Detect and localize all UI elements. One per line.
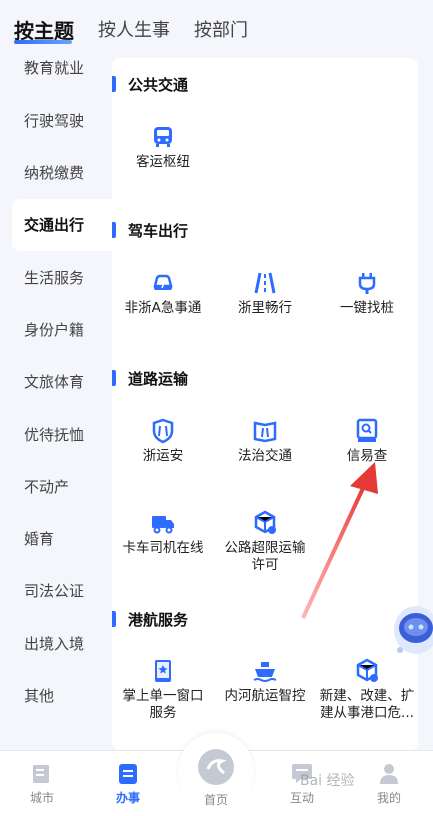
nav-label: 互动 [289,791,314,805]
sidebar-item-driving[interactable]: 行驶驾驶 [0,95,112,147]
sidebar-item-judicial[interactable]: 司法公证 [0,565,112,617]
bus-icon [154,127,172,147]
section-title-public-transport: 公共交通 [128,76,189,94]
nav-home[interactable]: 首页 [186,749,246,808]
service-urgent-non-zhea[interactable]: 非浙A急事通 [112,270,214,317]
shield-road-icon [152,418,174,444]
service-label: 非浙A急事通 [124,300,202,316]
phone-window-icon [155,660,171,682]
service-over-limit-permit[interactable]: 公路超限运输 许可 [214,510,316,574]
service-label: 浙里畅行 [238,300,292,316]
city-icon [33,765,49,783]
sidebar-item-real-estate[interactable]: 不动产 [0,461,112,513]
sidebar-item-life-services[interactable]: 生活服务 [0,252,112,304]
category-sidebar: 教育就业 行驶驾驶 纳税缴费 交通出行 生活服务 身份户籍 文旅体育 优待抚恤 … [0,50,112,750]
service-inland-shipping[interactable]: 内河航运智控 [214,658,316,705]
service-label: 新建、改建、扩 [319,688,415,704]
nav-services[interactable]: 办事 [98,761,158,806]
sidebar-item-identity[interactable]: 身份户籍 [0,304,112,356]
assistant-robot-icon[interactable] [386,598,433,660]
nav-city[interactable]: 城市 [12,761,72,806]
nav-label: 我的 [376,791,401,805]
clipboard-icon [119,764,137,784]
car-alert-icon [153,274,173,290]
profile-icon [380,764,398,784]
sidebar-item-preferential[interactable]: 优待抚恤 [0,409,112,461]
section-marker [112,611,116,627]
service-truck-driver-online[interactable]: 卡车司机在线 [112,510,214,557]
section-marker [112,222,116,238]
road-icon [254,272,276,294]
service-label-line2: 建从事港口危... [320,705,414,721]
nav-label: 城市 [29,791,54,805]
service-label: 法治交通 [238,448,292,464]
section-marker [112,76,116,92]
service-single-window[interactable]: 掌上单一窗口 服务 [112,658,214,722]
service-label: 内河航运智控 [224,688,306,704]
service-xinyicha[interactable]: 信易查 [316,418,418,465]
sidebar-item-transport[interactable]: 交通出行 [12,199,112,251]
service-panel: 公共交通 客运枢纽 驾车出行 非浙A急事通 浙里畅行 一键找桩 道路运输 浙运安… [112,58,418,750]
port-box-icon [356,658,378,682]
sidebar-item-education[interactable]: 教育就业 [0,42,112,94]
service-label: 信易查 [346,448,388,464]
sidebar-item-other[interactable]: 其他 [0,670,112,722]
service-passenger-hub[interactable]: 客运枢纽 [112,124,214,171]
box-icon [254,510,276,534]
service-label: 卡车司机在线 [122,540,204,556]
nav-label: 办事 [115,791,140,805]
section-title-port-shipping: 港航服务 [128,611,189,629]
book-road-icon [253,421,277,443]
nav-label: 首页 [203,793,228,807]
section-marker [112,370,116,386]
service-zheli-changxing[interactable]: 浙里畅行 [214,270,316,317]
service-label: 一键找桩 [340,300,394,316]
service-legal-transport[interactable]: 法治交通 [214,418,316,465]
nav-me[interactable]: 我的 [359,761,419,806]
service-label: 浙运安 [142,448,184,464]
tab-by-department[interactable]: 按部门 [194,16,248,42]
service-label-line2: 服务 [149,705,177,721]
watermark: Bai 经验 [300,773,355,789]
service-port-hazard-construction[interactable]: 新建、改建、扩 建从事港口危... [316,658,418,722]
service-label: 掌上单一窗口 [122,688,204,704]
service-zheyunan[interactable]: 浙运安 [112,418,214,465]
sidebar-item-culture-sports[interactable]: 文旅体育 [0,356,112,408]
charger-icon [358,273,376,294]
sidebar-item-marriage[interactable]: 婚育 [0,513,112,565]
search-doc-icon [356,418,378,442]
home-logo-icon [198,749,234,785]
ship-icon [253,662,277,682]
bottom-nav: 城市 办事 首页 互动 我的 [0,733,433,816]
tab-by-life-event[interactable]: 按人生事 [98,16,170,42]
service-find-charger[interactable]: 一键找桩 [316,270,418,317]
truck-icon [152,516,174,534]
service-label-line2: 许可 [251,557,279,573]
service-label: 公路超限运输 [224,540,306,556]
section-title-road-transport: 道路运输 [128,370,189,388]
service-label: 客运枢纽 [136,154,190,170]
sidebar-item-entry-exit[interactable]: 出境入境 [0,618,112,670]
section-title-driving: 驾车出行 [128,222,189,240]
sidebar-item-tax[interactable]: 纳税缴费 [0,147,112,199]
